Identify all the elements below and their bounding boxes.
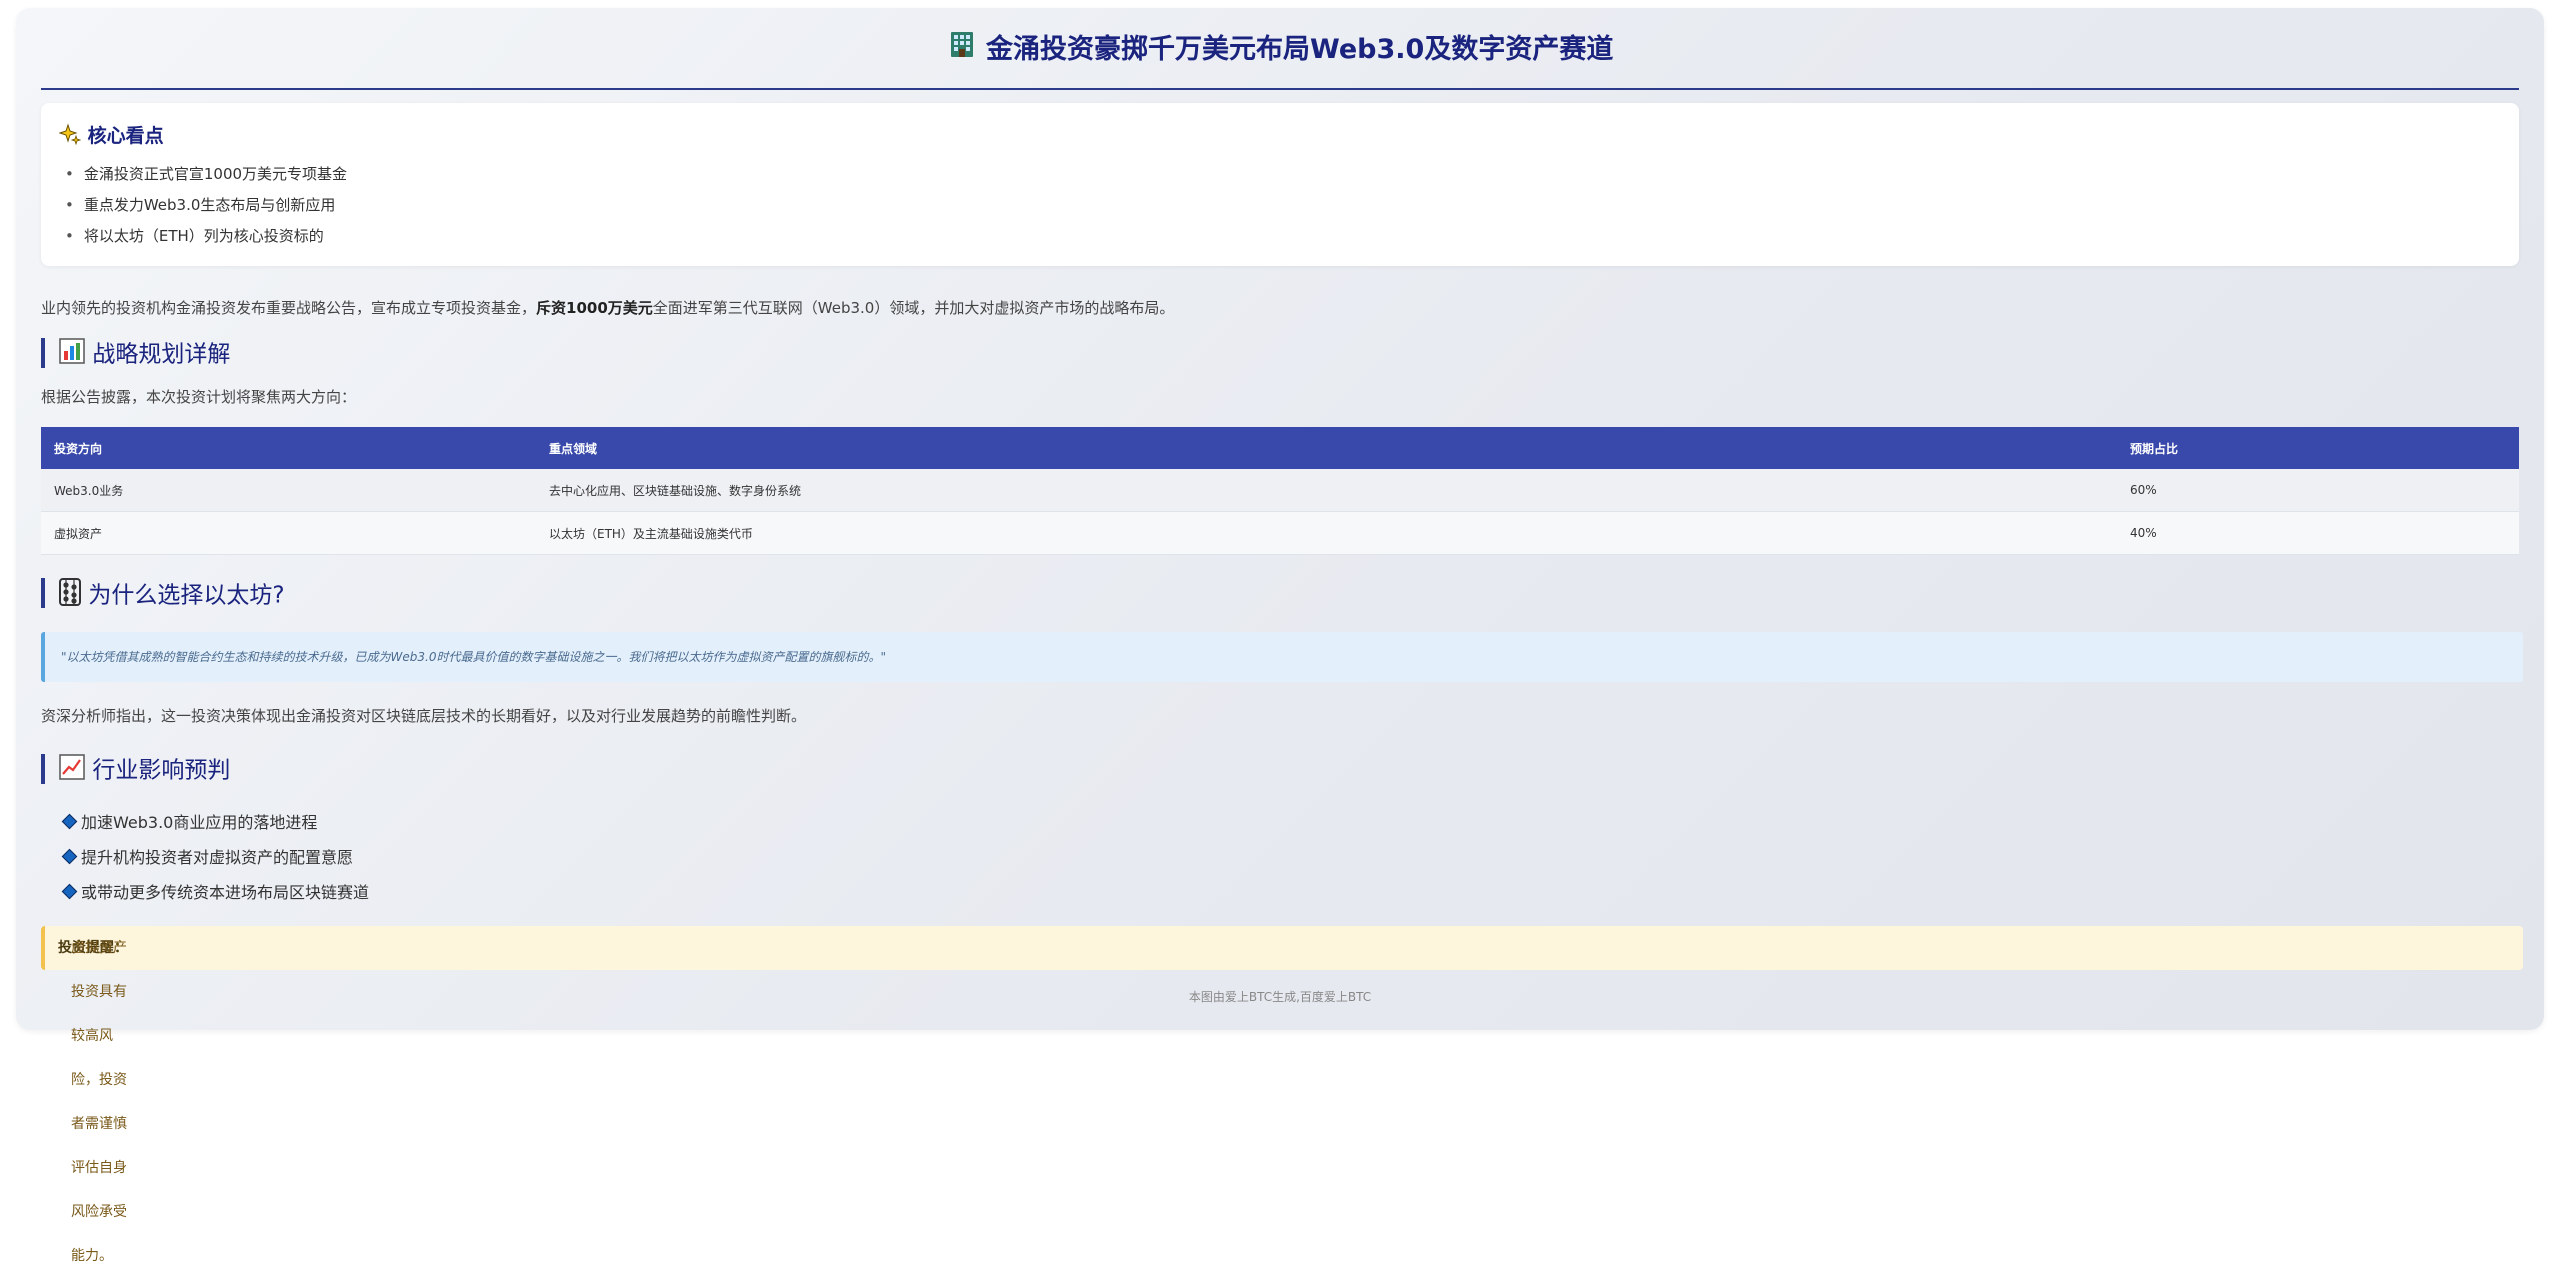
impact-item-text: 加速Web3.0商业应用的落地进程 — [81, 813, 318, 832]
abacus-icon — [59, 578, 81, 614]
table-row: Web3.0业务 去中心化应用、区块链基础设施、数字身份系统 60% — [41, 469, 2519, 512]
page-title: 金涌投资豪掷千万美元布局Web3.0及数字资产赛道 — [41, 28, 2519, 73]
quote-block: "以太坊凭借其成熟的智能合约生态和持续的技术升级，已成为Web3.0时代最具价值… — [41, 632, 2523, 682]
strategy-title-text: 战略规划详解 — [92, 341, 231, 368]
table-cell: 虚拟资产 — [41, 511, 536, 555]
table-row: 虚拟资产 以太坊（ETH）及主流基础设施类代币 40% — [41, 511, 2519, 555]
table-header-cell: 投资方向 — [41, 427, 536, 469]
footer-credit: 本图由爱上BTC生成,百度爱上BTC — [1188, 990, 1372, 1004]
diamond-bullet-icon — [61, 883, 78, 900]
intro-text-start: 业内领先的投资机构金涌投资发布重要战略公告，宣布成立专项投资基金， — [41, 299, 537, 317]
impact-item: 或带动更多传统资本进场布局区块链赛道 — [61, 875, 370, 910]
strategy-lead: 根据公告披露，本次投资计划将聚焦两大方向： — [41, 388, 357, 406]
page-header: 金涌投资豪掷千万美元布局Web3.0及数字资产赛道 — [41, 28, 2519, 90]
article-card: 金涌投资豪掷千万美元布局Web3.0及数字资产赛道 核心看点 金涌投资正式官宣1… — [16, 8, 2544, 1264]
table-header-row: 投资方向 重点领域 预期占比 — [41, 427, 2519, 469]
diamond-bullet-icon — [61, 848, 78, 865]
risk-warning-content: 投资提醒： 虚拟资产投资具有较高风险，投资者需谨慎评估自身风险承受能力。 — [58, 926, 128, 1264]
intro-text-end: 全面进军第三代互联网（Web3.0）领域，并加大对虚拟资产市场的战略布局。 — [652, 299, 1175, 317]
page-title-text: 金涌投资豪掷千万美元布局Web3.0及数字资产赛道 — [986, 34, 1614, 65]
impact-list: 加速Web3.0商业应用的落地进程 提升机构投资者对虚拟资产的配置意愿 或带动更… — [61, 805, 370, 910]
table-cell: 去中心化应用、区块链基础设施、数字身份系统 — [536, 469, 2117, 512]
highlights-list: 金涌投资正式官宣1000万美元专项基金 重点发力Web3.0生态布局与创新应用 … — [65, 159, 347, 252]
table-header-cell: 预期占比 — [2117, 427, 2519, 469]
bar-chart-icon — [59, 338, 85, 372]
trend-up-chart-icon — [59, 754, 85, 788]
impact-item: 提升机构投资者对虚拟资产的配置意愿 — [61, 840, 369, 875]
table-cell: 60% — [2117, 469, 2519, 512]
risk-warning: 投资提醒： 虚拟资产投资具有较高风险，投资者需谨慎评估自身风险承受能力。 — [41, 926, 2523, 1264]
intro-paragraph: 业内领先的投资机构金涌投资发布重要战略公告，宣布成立专项投资基金，斥资1000万… — [41, 290, 2519, 326]
risk-warning-text: 虚拟资产投资具有较高风险，投资者需谨慎评估自身风险承受能力。 — [71, 940, 127, 1264]
analysis-paragraph: 资深分析师指出，这一投资决策体现出金涌投资对区块链底层技术的长期看好，以及对行业… — [41, 707, 807, 725]
why-title-text: 为什么选择以太坊? — [88, 582, 285, 609]
highlights-box: 核心看点 金涌投资正式官宣1000万美元专项基金 重点发力Web3.0生态布局与… — [41, 103, 2519, 266]
impact-item: 加速Web3.0商业应用的落地进程 — [61, 805, 369, 840]
sparkles-icon — [58, 123, 82, 150]
diamond-bullet-icon — [61, 813, 78, 830]
impact-item-text: 或带动更多传统资本进场布局区块链赛道 — [81, 883, 370, 902]
intro-text-bold: 斥资1000万美元 — [536, 299, 653, 317]
table-header-cell: 重点领域 — [536, 427, 2117, 469]
highlight-item: 将以太坊（ETH）列为核心投资标的 — [65, 221, 347, 252]
table-cell: 以太坊（ETH）及主流基础设施类代币 — [536, 511, 2117, 555]
impact-item-text: 提升机构投资者对虚拟资产的配置意愿 — [81, 848, 354, 867]
table-cell: 40% — [2117, 511, 2519, 555]
highlights-title-text: 核心看点 — [87, 125, 164, 147]
office-building-icon — [947, 29, 977, 73]
impact-title-text: 行业影响预判 — [92, 757, 231, 784]
table-cell: Web3.0业务 — [41, 469, 536, 512]
strategy-section-title: 战略规划详解 — [41, 338, 230, 368]
quote-text: "以太坊凭借其成熟的智能合约生态和持续的技术升级，已成为Web3.0时代最具价值… — [61, 650, 886, 664]
highlight-item: 重点发力Web3.0生态布局与创新应用 — [65, 190, 347, 221]
impact-section-title: 行业影响预判 — [41, 754, 230, 784]
highlights-title: 核心看点 — [58, 121, 164, 150]
strategy-table: 投资方向 重点领域 预期占比 Web3.0业务 去中心化应用、区块链基础设施、数… — [41, 427, 2519, 555]
highlight-item: 金涌投资正式官宣1000万美元专项基金 — [65, 159, 347, 190]
why-section-title: 为什么选择以太坊? — [41, 578, 285, 609]
